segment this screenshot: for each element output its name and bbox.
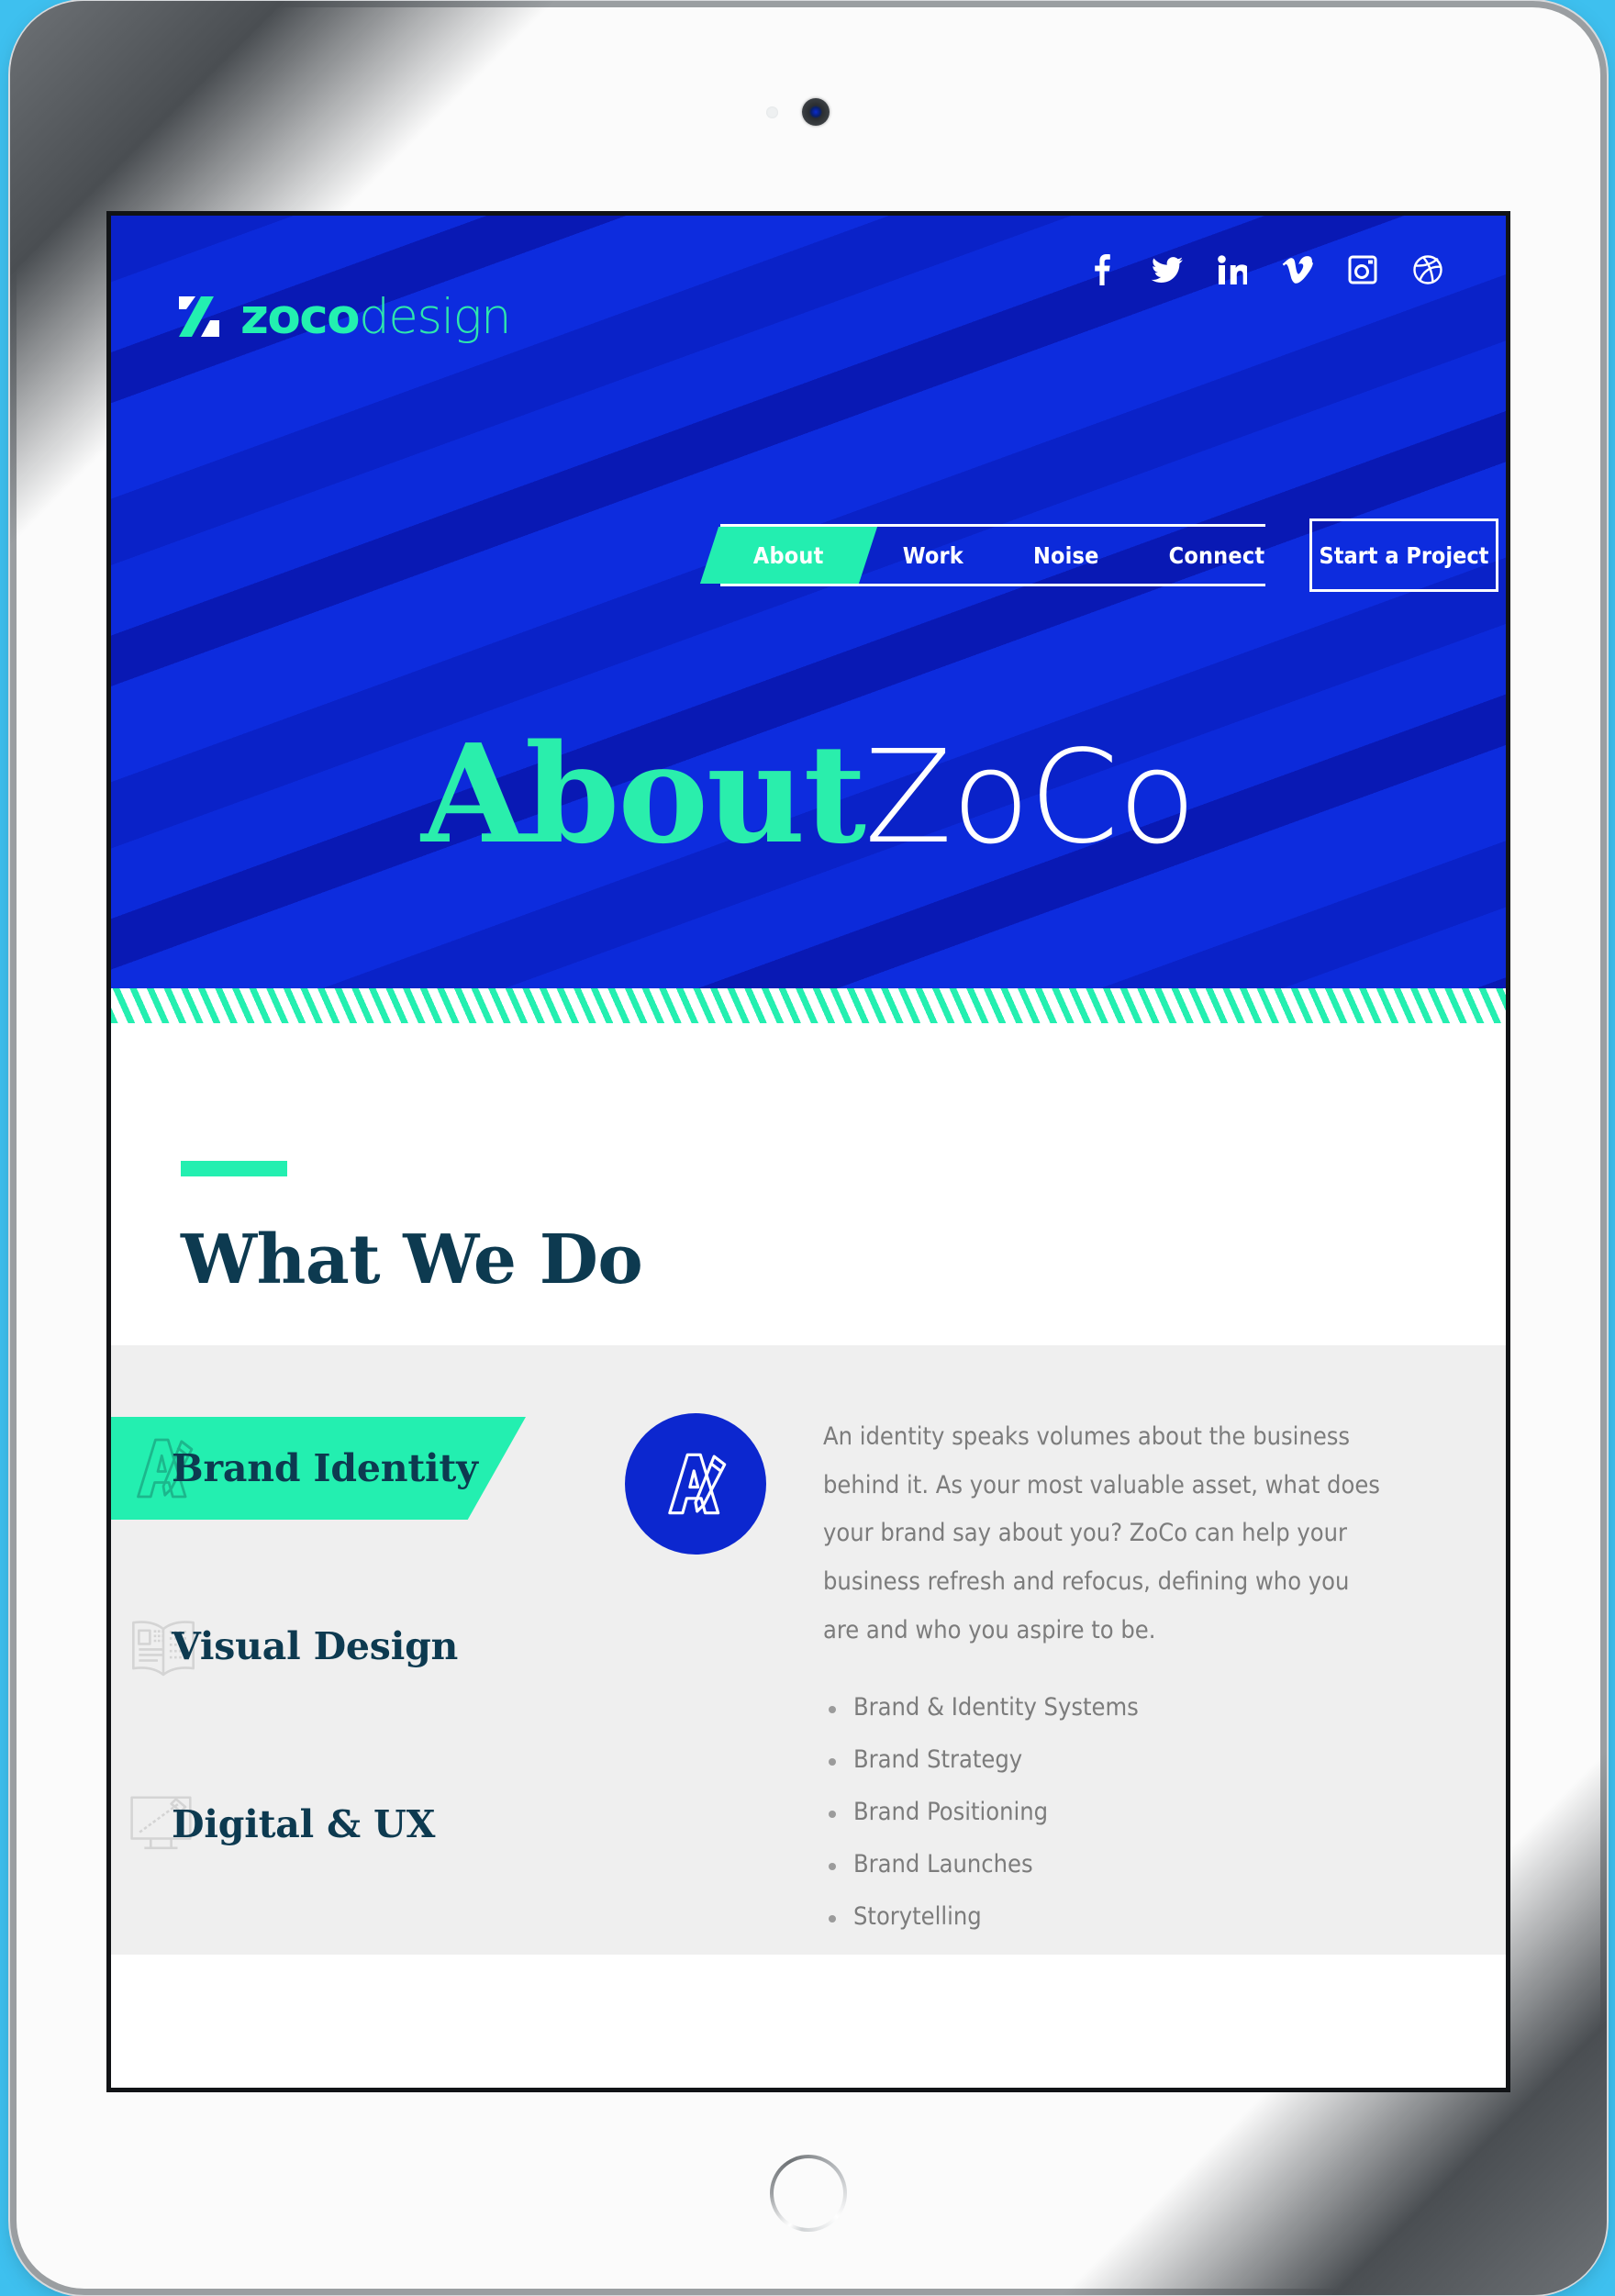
- site-header: zocodesign: [111, 216, 1506, 390]
- list-item: Brand Positioning: [823, 1798, 1390, 1826]
- service-description: An identity speaks volumes about the bus…: [823, 1422, 1380, 1644]
- dribbble-icon[interactable]: [1412, 254, 1443, 285]
- list-item: Brand Strategy: [823, 1745, 1390, 1774]
- page-title: AboutZoCo: [111, 726, 1506, 863]
- letter-a-pencil-icon: [668, 1453, 727, 1515]
- section-title: What We Do: [181, 1220, 643, 1299]
- start-a-project-button[interactable]: Start a Project: [1309, 518, 1498, 592]
- linkedin-icon[interactable]: [1217, 254, 1248, 285]
- service-tab-label: Brand Identity: [172, 1446, 478, 1490]
- tablet-screen: zocodesign About Work Noise Connect Star…: [106, 211, 1510, 2092]
- services-section: Brand Identity Visual Design Digital & U…: [111, 1345, 1506, 1956]
- service-detail-badge: [625, 1413, 766, 1555]
- list-item: Brand Launches: [823, 1850, 1390, 1878]
- facebook-icon[interactable]: [1086, 254, 1118, 285]
- page-title-bold: About: [421, 714, 866, 874]
- nav-item-about[interactable]: About: [699, 527, 877, 584]
- service-detail-panel: An identity speaks volumes about the bus…: [625, 1400, 1429, 1955]
- nav-label-about: About: [753, 541, 824, 569]
- page-title-light: ZoCo: [864, 723, 1197, 873]
- hero-section: zocodesign About Work Noise Connect Star…: [111, 216, 1506, 988]
- service-tab-brand-identity[interactable]: Brand Identity: [111, 1417, 625, 1520]
- nav-item-work[interactable]: Work: [868, 527, 998, 584]
- diagonal-stripe-divider: [111, 988, 1506, 1025]
- section-accent-bar: [181, 1161, 287, 1176]
- logo-text-bold: zoco: [240, 288, 361, 345]
- main-navigation: About Work Noise Connect: [699, 524, 1265, 586]
- nav-item-connect[interactable]: Connect: [1134, 527, 1300, 584]
- service-tab-label: Digital & UX: [172, 1802, 436, 1846]
- logo-wordmark: zocodesign: [240, 293, 512, 341]
- what-we-do-section: What We Do: [111, 1025, 1506, 1345]
- vimeo-icon[interactable]: [1282, 254, 1313, 285]
- service-tabs: Brand Identity Visual Design Digital & U…: [111, 1400, 625, 1876]
- list-item: Brand & Identity Systems: [823, 1693, 1390, 1722]
- camera-lens-icon: [802, 98, 830, 126]
- list-item: Storytelling: [823, 1902, 1390, 1931]
- logo-text-light: design: [359, 288, 511, 345]
- zoco-z-mark-icon: [179, 296, 219, 337]
- service-capability-list: Brand & Identity Systems Brand Strategy …: [823, 1693, 1390, 1931]
- home-button[interactable]: [770, 2155, 847, 2232]
- tablet-device-frame: zocodesign About Work Noise Connect Star…: [10, 1, 1607, 2295]
- instagram-icon[interactable]: [1347, 254, 1378, 285]
- site-logo[interactable]: zocodesign: [173, 291, 512, 342]
- service-tab-visual-design[interactable]: Visual Design: [111, 1595, 625, 1698]
- social-links: [1086, 254, 1443, 285]
- service-tab-label: Visual Design: [172, 1624, 459, 1668]
- service-tab-digital-ux[interactable]: Digital & UX: [111, 1773, 625, 1876]
- nav-item-noise[interactable]: Noise: [998, 527, 1134, 584]
- ambient-light-sensor-icon: [766, 106, 778, 118]
- twitter-icon[interactable]: [1152, 254, 1183, 285]
